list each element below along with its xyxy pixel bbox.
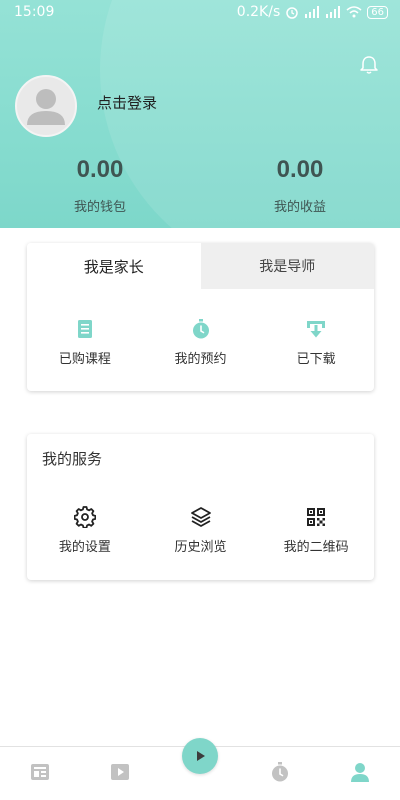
stopwatch-icon — [192, 319, 209, 339]
earnings-stat[interactable]: 0.00 我的收益 — [240, 156, 360, 215]
downloaded-label: 已下载 — [296, 352, 336, 367]
wifi-icon — [346, 6, 362, 18]
history-item[interactable]: 历史浏览 — [143, 506, 259, 555]
status-bar: 15:09 0.2K/s 66 — [0, 0, 400, 26]
parent-menu: 已购课程 我的预约 已下载 — [27, 318, 374, 367]
my-appointments-item[interactable]: 我的预约 — [143, 318, 259, 367]
downloaded-item[interactable]: 已下载 — [258, 318, 374, 367]
play-icon — [197, 751, 205, 761]
tab-tutor[interactable]: 我是导师 — [200, 243, 374, 289]
play-button[interactable] — [182, 738, 218, 774]
download-icon — [307, 321, 326, 338]
my-appointments-label: 我的预约 — [174, 352, 227, 367]
status-time: 15:09 — [14, 4, 55, 20]
gear-icon — [73, 506, 96, 528]
signal-icon-2 — [326, 6, 341, 18]
battery-level: 66 — [367, 5, 388, 19]
purchased-courses-label: 已购课程 — [58, 352, 111, 367]
qr-code-icon — [307, 508, 326, 526]
settings-label: 我的设置 — [58, 540, 111, 555]
login-link[interactable]: 点击登录 — [97, 92, 157, 113]
receipt-icon — [77, 320, 92, 338]
role-card: 我是家长 我是导师 已购课程 我的预约 已下载 — [27, 243, 374, 391]
earnings-value: 0.00 — [276, 156, 324, 183]
qr-code-label: 我的二维码 — [283, 540, 349, 555]
profile-header: 15:09 0.2K/s 66 点击登录 0.00 我的钱包 0.00 我的收益 — [0, 0, 400, 228]
user-silhouette-icon — [27, 89, 65, 125]
avatar[interactable] — [15, 75, 77, 137]
role-tabs: 我是家长 我是导师 — [27, 243, 374, 289]
services-title: 我的服务 — [42, 450, 103, 468]
network-speed: 0.2K/s — [236, 4, 281, 20]
stopwatch-icon[interactable] — [269, 761, 291, 783]
qr-code-item[interactable]: 我的二维码 — [258, 506, 374, 555]
wallet-label: 我的钱包 — [73, 200, 126, 215]
news-icon[interactable] — [29, 761, 51, 783]
settings-item[interactable]: 我的设置 — [27, 506, 143, 555]
user-icon[interactable] — [349, 761, 371, 783]
layers-icon — [190, 507, 211, 527]
wallet-value: 0.00 — [76, 156, 124, 183]
earnings-label: 我的收益 — [273, 200, 326, 215]
history-label: 历史浏览 — [174, 540, 227, 555]
alarm-icon — [286, 7, 299, 19]
tab-parent[interactable]: 我是家长 — [27, 243, 201, 289]
purchased-courses-item[interactable]: 已购课程 — [27, 318, 143, 367]
wallet-stat[interactable]: 0.00 我的钱包 — [40, 156, 160, 215]
services-menu: 我的设置 历史浏览 我的二维码 — [27, 506, 374, 555]
services-card: 我的服务 我的设置 历史浏览 我的二维码 — [27, 434, 374, 580]
video-icon[interactable] — [109, 761, 131, 783]
signal-icon — [305, 6, 320, 18]
bell-icon[interactable] — [358, 54, 380, 76]
